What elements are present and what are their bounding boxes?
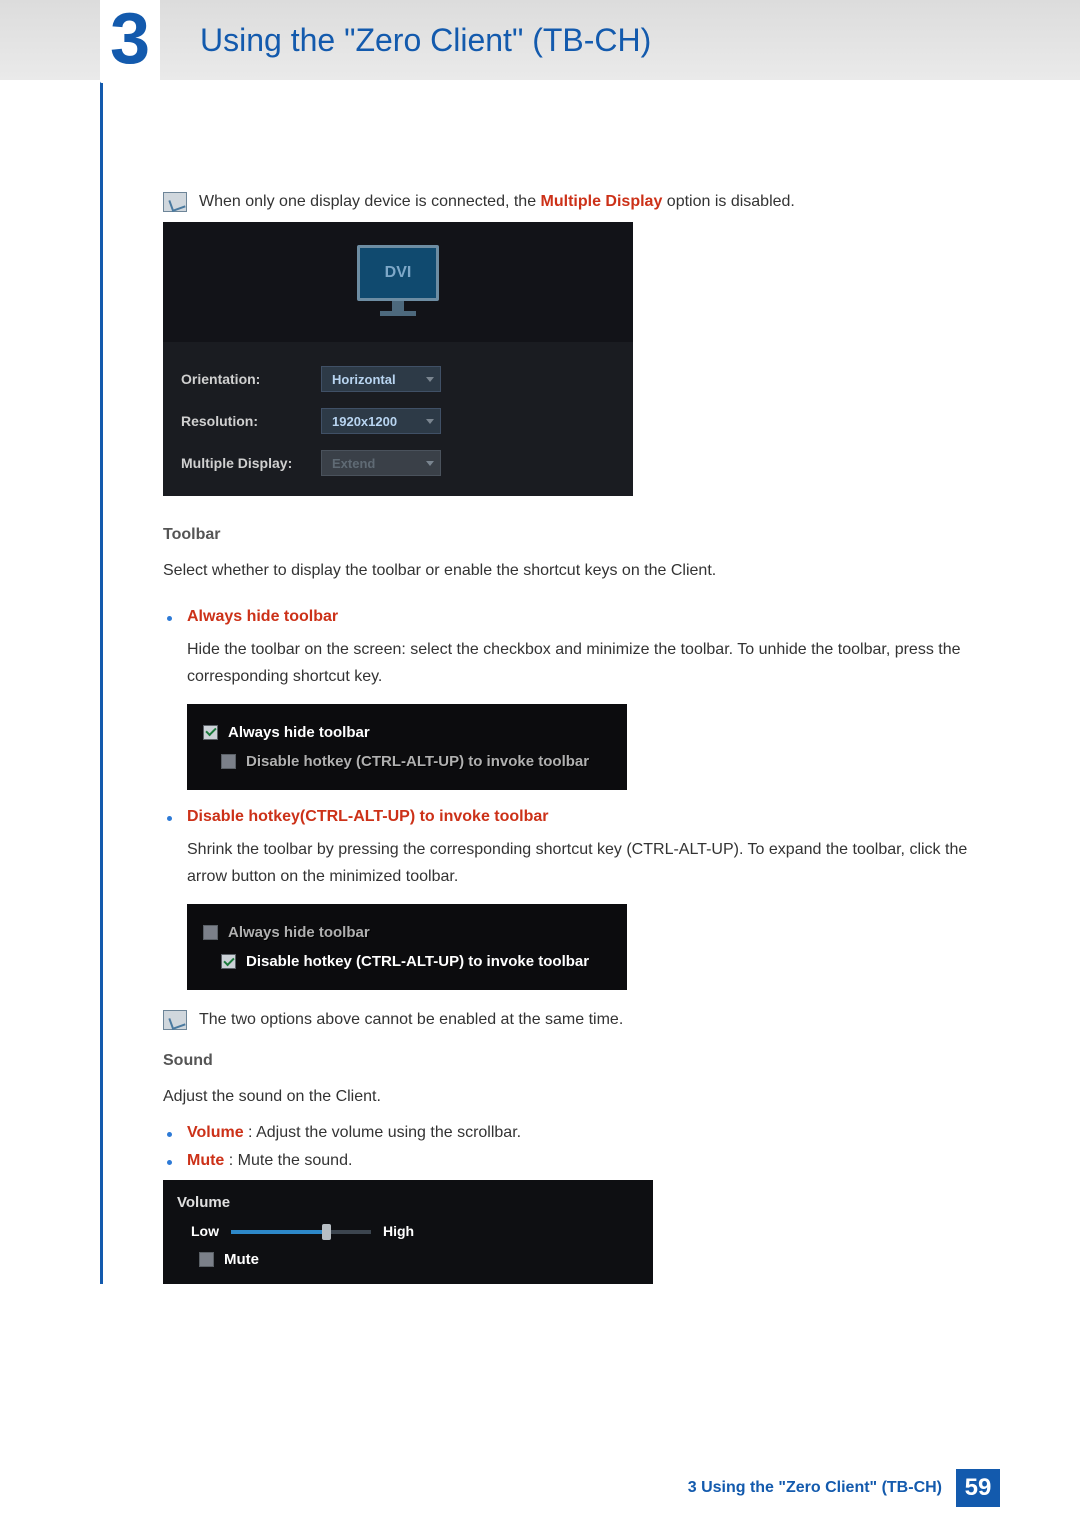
checkbox-panel-2: Always hide toolbar Disable hotkey (CTRL…	[187, 904, 627, 990]
slider-fill	[231, 1230, 326, 1234]
page-number: 59	[956, 1469, 1000, 1507]
volume-label: Volume	[187, 1124, 244, 1141]
multiple-display-row: Multiple Display: Extend	[181, 450, 615, 476]
toolbar-heading: Toolbar	[163, 526, 1000, 544]
cb2-row2: Disable hotkey (CTRL-ALT-UP) to invoke t…	[199, 947, 615, 976]
chevron-down-icon	[426, 419, 434, 424]
monitor-base	[380, 311, 416, 316]
monitor-screen: DVI	[357, 245, 439, 301]
toolbar-bullets: Always hide toolbar Hide the toolbar on …	[163, 608, 1000, 991]
monitor-icon: DVI	[357, 245, 439, 319]
bullet-always-hide-desc: Hide the toolbar on the screen: select t…	[187, 636, 1000, 690]
slider-thumb[interactable]	[322, 1224, 331, 1240]
mute-row: Mute	[177, 1251, 639, 1268]
monitor-stand	[392, 301, 404, 311]
always-hide-checkbox[interactable]	[203, 725, 218, 740]
bullet-volume: Volume : Adjust the volume using the scr…	[163, 1124, 1000, 1142]
note-prefix: When only one display device is connecte…	[199, 193, 541, 210]
orientation-dropdown[interactable]: Horizontal	[321, 366, 441, 392]
chevron-down-icon	[426, 461, 434, 466]
volume-desc: : Adjust the volume using the scrollbar.	[244, 1124, 521, 1141]
resolution-dropdown[interactable]: 1920x1200	[321, 408, 441, 434]
content-area: When only one display device is connecte…	[100, 80, 1000, 1284]
orientation-label: Orientation:	[181, 371, 321, 387]
bullet-disable-hotkey-title: Disable hotkey(CTRL-ALT-UP) to invoke to…	[187, 808, 1000, 826]
volume-panel-title: Volume	[177, 1194, 639, 1211]
bullet-disable-hotkey-desc: Shrink the toolbar by pressing the corre…	[187, 836, 1000, 890]
multiple-display-label: Multiple Display:	[181, 455, 321, 471]
page-header: 3 Using the "Zero Client" (TB-CH)	[0, 0, 1080, 80]
orientation-row: Orientation: Horizontal	[181, 366, 615, 392]
note-highlight: Multiple Display	[541, 193, 663, 210]
orientation-value: Horizontal	[332, 372, 396, 387]
volume-slider-row: Low High	[177, 1223, 639, 1239]
checkbox-panel-1: Always hide toolbar Disable hotkey (CTRL…	[187, 704, 627, 790]
mute-checkbox[interactable]	[199, 1252, 214, 1267]
sound-body: Adjust the sound on the Client.	[163, 1084, 1000, 1110]
cb2-row1: Always hide toolbar	[199, 918, 615, 947]
sound-heading: Sound	[163, 1052, 1000, 1070]
display-settings-rows: Orientation: Horizontal Resolution: 1920…	[163, 342, 633, 496]
bullet-disable-hotkey: Disable hotkey(CTRL-ALT-UP) to invoke to…	[163, 808, 1000, 990]
volume-high-label: High	[383, 1223, 414, 1239]
note-multiple-display: When only one display device is connecte…	[163, 190, 1000, 214]
note-mutual-exclusive: The two options above cannot be enabled …	[163, 1008, 1000, 1032]
volume-panel: Volume Low High Mute	[163, 1180, 653, 1284]
note-mutual-exclusive-text: The two options above cannot be enabled …	[199, 1008, 623, 1032]
chevron-down-icon	[426, 377, 434, 382]
mute-label: Mute	[187, 1152, 224, 1169]
volume-low-label: Low	[191, 1223, 219, 1239]
display-preview-area: DVI	[163, 222, 633, 342]
display-settings-panel: DVI Orientation: Horizontal Resolution:	[163, 222, 633, 496]
note-text: When only one display device is connecte…	[199, 190, 795, 214]
page-footer: 3 Using the "Zero Client" (TB-CH) 59	[688, 1469, 1000, 1507]
footer-text: 3 Using the "Zero Client" (TB-CH)	[688, 1479, 942, 1497]
cb2-row2-label: Disable hotkey (CTRL-ALT-UP) to invoke t…	[246, 953, 589, 970]
disable-hotkey-checkbox-2[interactable]	[221, 954, 236, 969]
disable-hotkey-checkbox[interactable]	[221, 754, 236, 769]
sound-bullets: Volume : Adjust the volume using the scr…	[163, 1124, 1000, 1170]
page-title: Using the "Zero Client" (TB-CH)	[200, 22, 651, 59]
cb1-row2-label: Disable hotkey (CTRL-ALT-UP) to invoke t…	[246, 753, 589, 770]
cb2-row1-label: Always hide toolbar	[228, 924, 370, 941]
resolution-label: Resolution:	[181, 413, 321, 429]
always-hide-checkbox-2[interactable]	[203, 925, 218, 940]
resolution-value: 1920x1200	[332, 414, 397, 429]
bullet-always-hide: Always hide toolbar Hide the toolbar on …	[163, 608, 1000, 790]
chapter-number: 3	[100, 0, 160, 83]
note-suffix: option is disabled.	[662, 193, 795, 210]
note-icon	[163, 192, 187, 212]
cb1-row1: Always hide toolbar	[199, 718, 615, 747]
bullet-mute: Mute : Mute the sound.	[163, 1152, 1000, 1170]
mute-checkbox-label: Mute	[224, 1251, 259, 1268]
volume-slider[interactable]	[231, 1224, 371, 1238]
resolution-row: Resolution: 1920x1200	[181, 408, 615, 434]
toolbar-body: Select whether to display the toolbar or…	[163, 558, 1000, 584]
mute-desc: : Mute the sound.	[224, 1152, 352, 1169]
note-icon	[163, 1010, 187, 1030]
cb1-row1-label: Always hide toolbar	[228, 724, 370, 741]
multiple-display-value: Extend	[332, 456, 375, 471]
bullet-always-hide-title: Always hide toolbar	[187, 608, 1000, 626]
multiple-display-dropdown: Extend	[321, 450, 441, 476]
cb1-row2: Disable hotkey (CTRL-ALT-UP) to invoke t…	[199, 747, 615, 776]
